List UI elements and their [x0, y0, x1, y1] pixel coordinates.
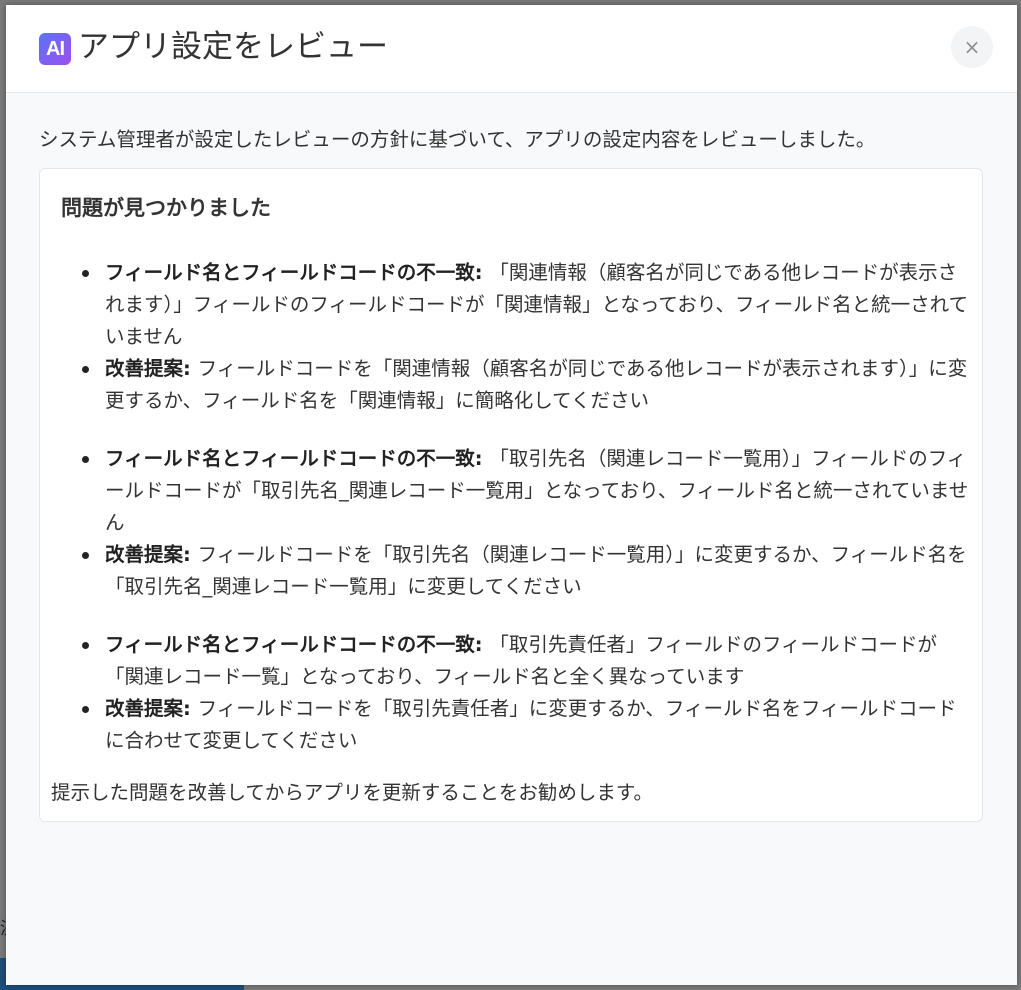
suggestion-item: 改善提案: フィールドコードを「関連情報（顧客名が同じである他レコードが表示され… [61, 353, 971, 417]
suggestion-item: 改善提案: フィールドコードを「取引先名（関連レコード一覧用）」に変更するか、フ… [61, 539, 971, 603]
label-colon: : [183, 357, 198, 380]
label-colon: : [183, 697, 198, 720]
problem-label: フィールド名とフィールドコードの不一致 [105, 447, 475, 470]
suggestion-label: 改善提案 [105, 543, 184, 566]
dialog-header: AI アプリ設定をレビュー × [6, 5, 1017, 93]
bullet [82, 456, 89, 463]
intro-text: システム管理者が設定したレビューの方針に基づいて、アプリの設定内容をレビューしま… [39, 128, 876, 151]
suggestion-text: フィールドコードを「取引先責任者」に変更するか、フィールド名をフィールドコードに… [105, 697, 957, 752]
problem-label: フィールド名とフィールドコードの不一致 [105, 633, 475, 656]
review-dialog: AI アプリ設定をレビュー × システム管理者が設定したレビューの方針に基づいて… [6, 5, 1017, 985]
review-result-card: 問題が見つかりました フィールド名とフィールドコードの不一致: 「関連情報（顧客… [39, 168, 983, 822]
ai-badge-icon: AI [39, 33, 71, 65]
label-colon: : [474, 447, 490, 470]
problem-item: フィールド名とフィールドコードの不一致: 「取引先責任者」フィールドのフィールド… [61, 629, 971, 693]
suggestion-label: 改善提案 [105, 357, 184, 380]
bullet [82, 552, 89, 559]
dialog-title: アプリ設定をレビュー [78, 29, 388, 65]
suggestion-label: 改善提案 [105, 697, 184, 720]
suggestion-text: フィールドコードを「関連情報（顧客名が同じである他レコードが表示されます）」に変… [105, 357, 968, 412]
problem-item: フィールド名とフィールドコードの不一致: 「取引先名（関連レコード一覧用）」フィ… [61, 443, 971, 539]
label-colon: : [474, 633, 490, 656]
label-colon: : [183, 543, 198, 566]
issue-group: フィールド名とフィールドコードの不一致: 「取引先責任者」フィールドのフィールド… [61, 629, 971, 757]
bullet [82, 642, 89, 649]
problem-label: フィールド名とフィールドコードの不一致 [105, 261, 475, 284]
suggestion-text: フィールドコードを「取引先名（関連レコード一覧用）」に変更するか、フィールド名を… [105, 543, 967, 598]
close-icon: × [963, 35, 981, 59]
bullet [82, 270, 89, 277]
bullet [82, 366, 89, 373]
label-colon: : [474, 261, 490, 284]
card-heading: 問題が見つかりました [61, 196, 271, 220]
issue-group: フィールド名とフィールドコードの不一致: 「関連情報（顧客名が同じである他レコー… [61, 257, 971, 417]
problem-item: フィールド名とフィールドコードの不一致: 「関連情報（顧客名が同じである他レコー… [61, 257, 971, 353]
close-button[interactable]: × [951, 26, 993, 68]
recommendation-text: 提示した問題を改善してからアプリを更新することをお勧めします。 [51, 781, 653, 804]
issue-group: フィールド名とフィールドコードの不一致: 「取引先名（関連レコード一覧用）」フィ… [61, 443, 971, 603]
bullet [82, 706, 89, 713]
issue-list: フィールド名とフィールドコードの不一致: 「関連情報（顧客名が同じである他レコー… [61, 257, 971, 783]
suggestion-item: 改善提案: フィールドコードを「取引先責任者」に変更するか、フィールド名をフィー… [61, 693, 971, 757]
